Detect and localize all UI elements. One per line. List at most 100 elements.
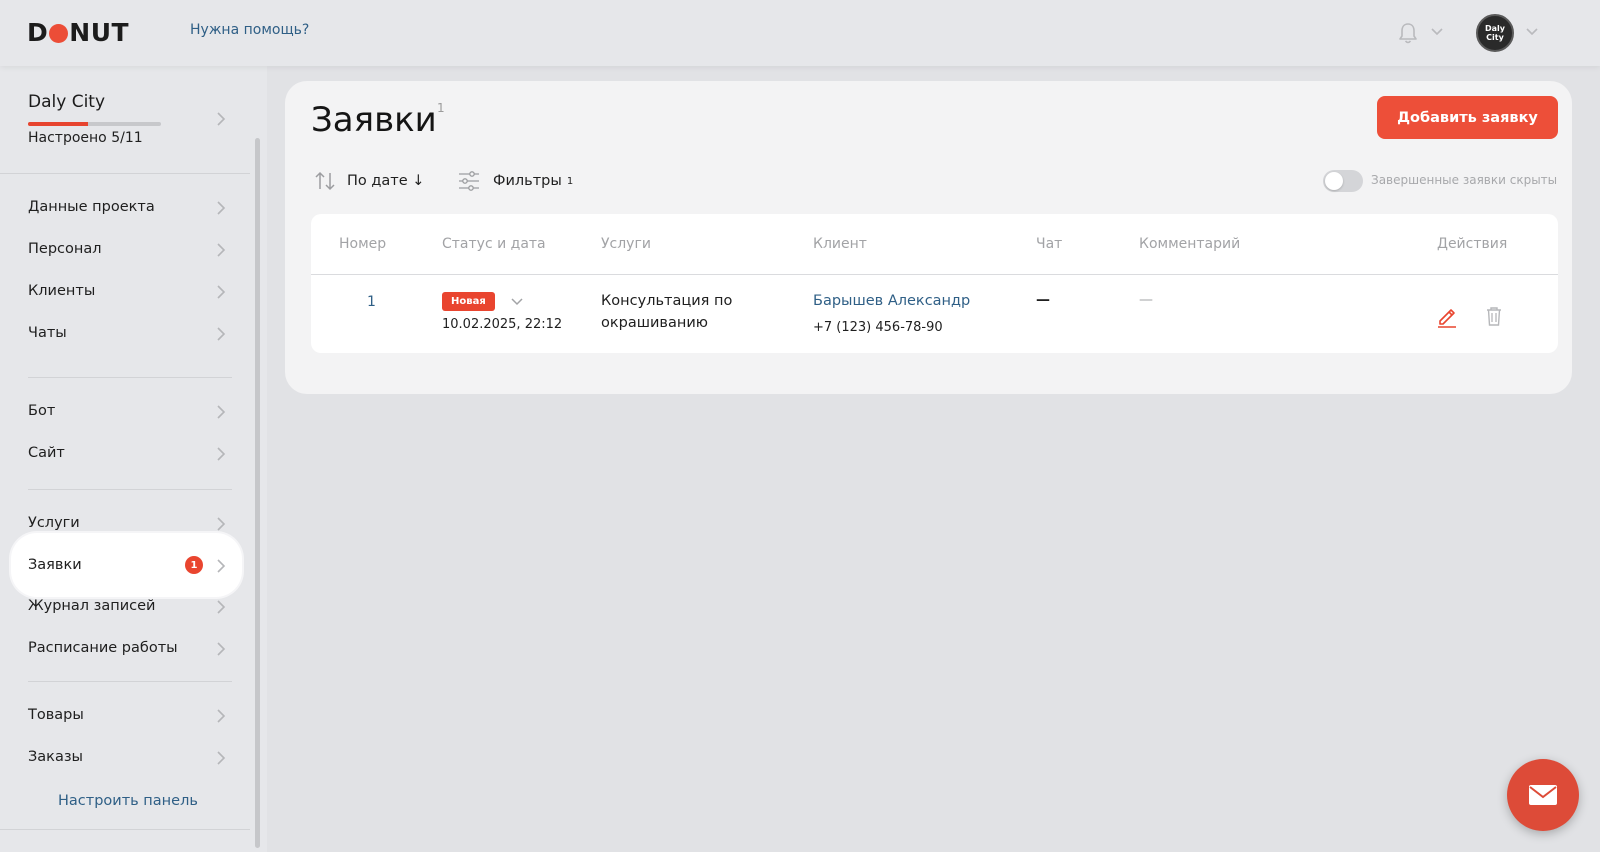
sidebar-item-staff[interactable]: Персонал [0,228,250,270]
logo-dot [49,23,69,43]
nav-group-shop: Товары Заказы [0,694,250,778]
sidebar-item-chats[interactable]: Чаты [0,312,250,354]
chevron-right-icon [217,517,226,531]
sidebar-item-label: Товары [28,707,84,723]
chevron-right-icon [217,642,226,656]
chevron-right-icon [217,285,226,299]
sidebar-item-orders[interactable]: Заказы [0,736,250,778]
requests-table: Номер Статус и дата Услуги Клиент Чат Ко… [311,214,1558,353]
sidebar-item-label: Бот [28,403,56,419]
chevron-right-icon [217,243,226,257]
filters-count: 1 [566,175,574,187]
chevron-right-icon [217,112,226,126]
nav-divider [28,681,232,682]
avatar-text-line2: City [1486,33,1504,42]
comment-value: — [1139,292,1153,308]
help-link[interactable]: Нужна помощь? [190,22,309,38]
sidebar-item-label: Журнал записей [28,598,156,614]
requests-card: Заявки 1 Добавить заявку По дате ↓ Фильт… [285,81,1572,394]
column-header-actions: Действия [1437,236,1508,252]
chevron-right-icon [217,447,226,461]
sort-by-date-control[interactable]: По дате ↓ [313,168,424,194]
sidebar-scrollbar[interactable] [255,138,260,848]
nav-divider [0,829,250,830]
client-phone: +7 (123) 456-78-90 [813,320,943,335]
sort-label: По дате ↓ [347,173,425,189]
nav-group-schedule: Журнал записей Расписание работы [0,585,250,669]
table-header: Номер Статус и дата Услуги Клиент Чат Ко… [311,214,1558,275]
edit-icon[interactable] [1435,304,1459,328]
chevron-right-icon [217,559,226,573]
column-header-services[interactable]: Услуги [601,236,651,252]
page-title: Заявки [311,100,437,140]
toggle-knob [1325,172,1343,190]
logo-letter-d: D [27,18,49,47]
column-header-comment[interactable]: Комментарий [1139,236,1240,252]
chevron-right-icon [217,709,226,723]
sidebar-item-label: Заказы [28,749,83,765]
hide-completed-toggle[interactable] [1323,170,1363,192]
top-header: D NUT Нужна помощь? Daly City [0,0,1600,66]
logo-letters-nut: NUT [69,18,130,47]
sidebar-item-label: Персонал [28,241,102,257]
request-number[interactable]: 1 [367,294,376,310]
support-chat-button[interactable] [1507,759,1579,831]
hide-completed-label: Завершенные заявки скрыты [1371,173,1558,187]
filter-icon [459,171,479,191]
nav-divider [28,489,232,490]
sidebar-item-project-data[interactable]: Данные проекта [0,186,250,228]
customize-panel-link[interactable]: Настроить панель [58,793,198,809]
sidebar-item-clients[interactable]: Клиенты [0,270,250,312]
chat-value: — [1036,292,1050,308]
sidebar-item-label: Данные проекта [28,199,155,215]
add-request-button[interactable]: Добавить заявку [1377,96,1558,139]
filters-control[interactable]: Фильтры 1 [457,168,573,194]
chevron-right-icon [217,327,226,341]
setup-progress-fill [28,122,89,126]
chevron-right-icon [217,405,226,419]
sidebar-item-label: Клиенты [28,283,96,299]
bell-icon[interactable] [1397,21,1419,45]
sidebar-item-bot[interactable]: Бот [0,390,250,432]
chevron-down-icon[interactable] [510,297,524,307]
nav-divider [28,377,232,378]
chevron-right-icon [217,201,226,215]
client-name-link[interactable]: Барышев Александр [813,293,970,309]
project-setup-status: Настроено 5/11 [28,130,143,146]
column-header-client[interactable]: Клиент [813,236,867,252]
mail-icon [1529,785,1557,805]
donut-logo[interactable]: D NUT [27,20,129,46]
sidebar-item-site[interactable]: Сайт [0,432,250,474]
sidebar-item-label: Расписание работы [28,640,178,656]
service-line-2: окрашиванию [601,315,708,331]
column-header-number[interactable]: Номер [339,236,386,252]
chevron-down-icon[interactable] [1525,27,1539,37]
project-summary[interactable]: Daly City Настроено 5/11 [0,66,250,174]
sidebar-item-work-schedule[interactable]: Расписание работы [0,627,250,669]
sort-icon [315,171,335,191]
page-title-count: 1 [437,101,445,115]
avatar-text-line1: Daly [1485,24,1505,33]
setup-progress-bar [28,122,161,126]
sidebar-item-label: Сайт [28,445,65,461]
sidebar-item-label: Заявки [28,557,82,573]
sidebar-item-products[interactable]: Товары [0,694,250,736]
sidebar: Daly City Настроено 5/11 Данные проекта … [0,66,267,852]
trash-icon[interactable] [1483,305,1505,327]
sidebar-item-booking-journal[interactable]: Журнал записей [0,585,250,627]
nav-group-project: Данные проекта Персонал Клиенты Чаты [0,186,250,354]
sidebar-item-label: Услуги [28,515,80,531]
sidebar-item-label: Чаты [28,325,67,341]
column-header-status-date[interactable]: Статус и дата [442,236,546,252]
notification-badge: 1 [185,556,203,574]
request-date: 10.02.2025, 22:12 [442,317,563,332]
status-badge[interactable]: Новая [442,292,495,311]
column-header-chat[interactable]: Чат [1036,236,1062,252]
filters-label: Фильтры [493,173,562,189]
chevron-right-icon [217,600,226,614]
chevron-down-icon[interactable] [1430,27,1444,37]
service-line-1: Консультация по [601,293,733,309]
chevron-right-icon [217,751,226,765]
project-name: Daly City [28,92,106,112]
avatar[interactable]: Daly City [1476,14,1514,52]
